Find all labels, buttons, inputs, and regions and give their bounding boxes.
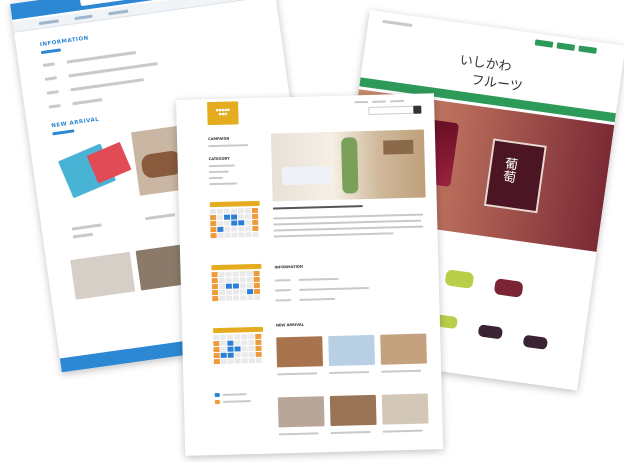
search-button[interactable] bbox=[413, 105, 422, 114]
category-heading: CATEGORY bbox=[208, 156, 230, 162]
product-image bbox=[328, 334, 376, 367]
new-arrival-heading: NEW ARRIVAL bbox=[275, 322, 304, 328]
calendar bbox=[211, 263, 262, 302]
shop-logo: ■■■■■ ■■■ bbox=[207, 101, 239, 126]
product-image bbox=[522, 334, 549, 350]
product-image bbox=[444, 269, 475, 289]
product-image bbox=[329, 394, 377, 427]
product-image bbox=[477, 324, 504, 340]
calendar bbox=[212, 326, 264, 365]
new-arrival-heading: NEW ARRIVAL bbox=[51, 116, 100, 130]
calendar bbox=[209, 200, 261, 239]
product-image bbox=[380, 333, 427, 365]
grape-card: 葡萄 bbox=[483, 138, 547, 214]
product-image bbox=[493, 278, 524, 298]
information-heading: INFORMATION bbox=[274, 264, 304, 270]
search-input[interactable] bbox=[368, 105, 415, 115]
product-image bbox=[381, 393, 429, 425]
grape-label: 葡萄 bbox=[499, 155, 518, 184]
center-page-screenshot: ■■■■■ ■■■ CAMPAIGN CATEGORY INFORMATION … bbox=[176, 93, 444, 456]
brand-logo-sub: フルーツ bbox=[470, 72, 524, 95]
product-image bbox=[276, 336, 324, 368]
hero-image bbox=[270, 129, 426, 202]
product-image bbox=[277, 396, 325, 428]
information-heading: INFORMATION bbox=[39, 35, 90, 49]
campaign-heading: CAMPAIGN bbox=[207, 136, 230, 142]
product-image bbox=[70, 251, 136, 300]
